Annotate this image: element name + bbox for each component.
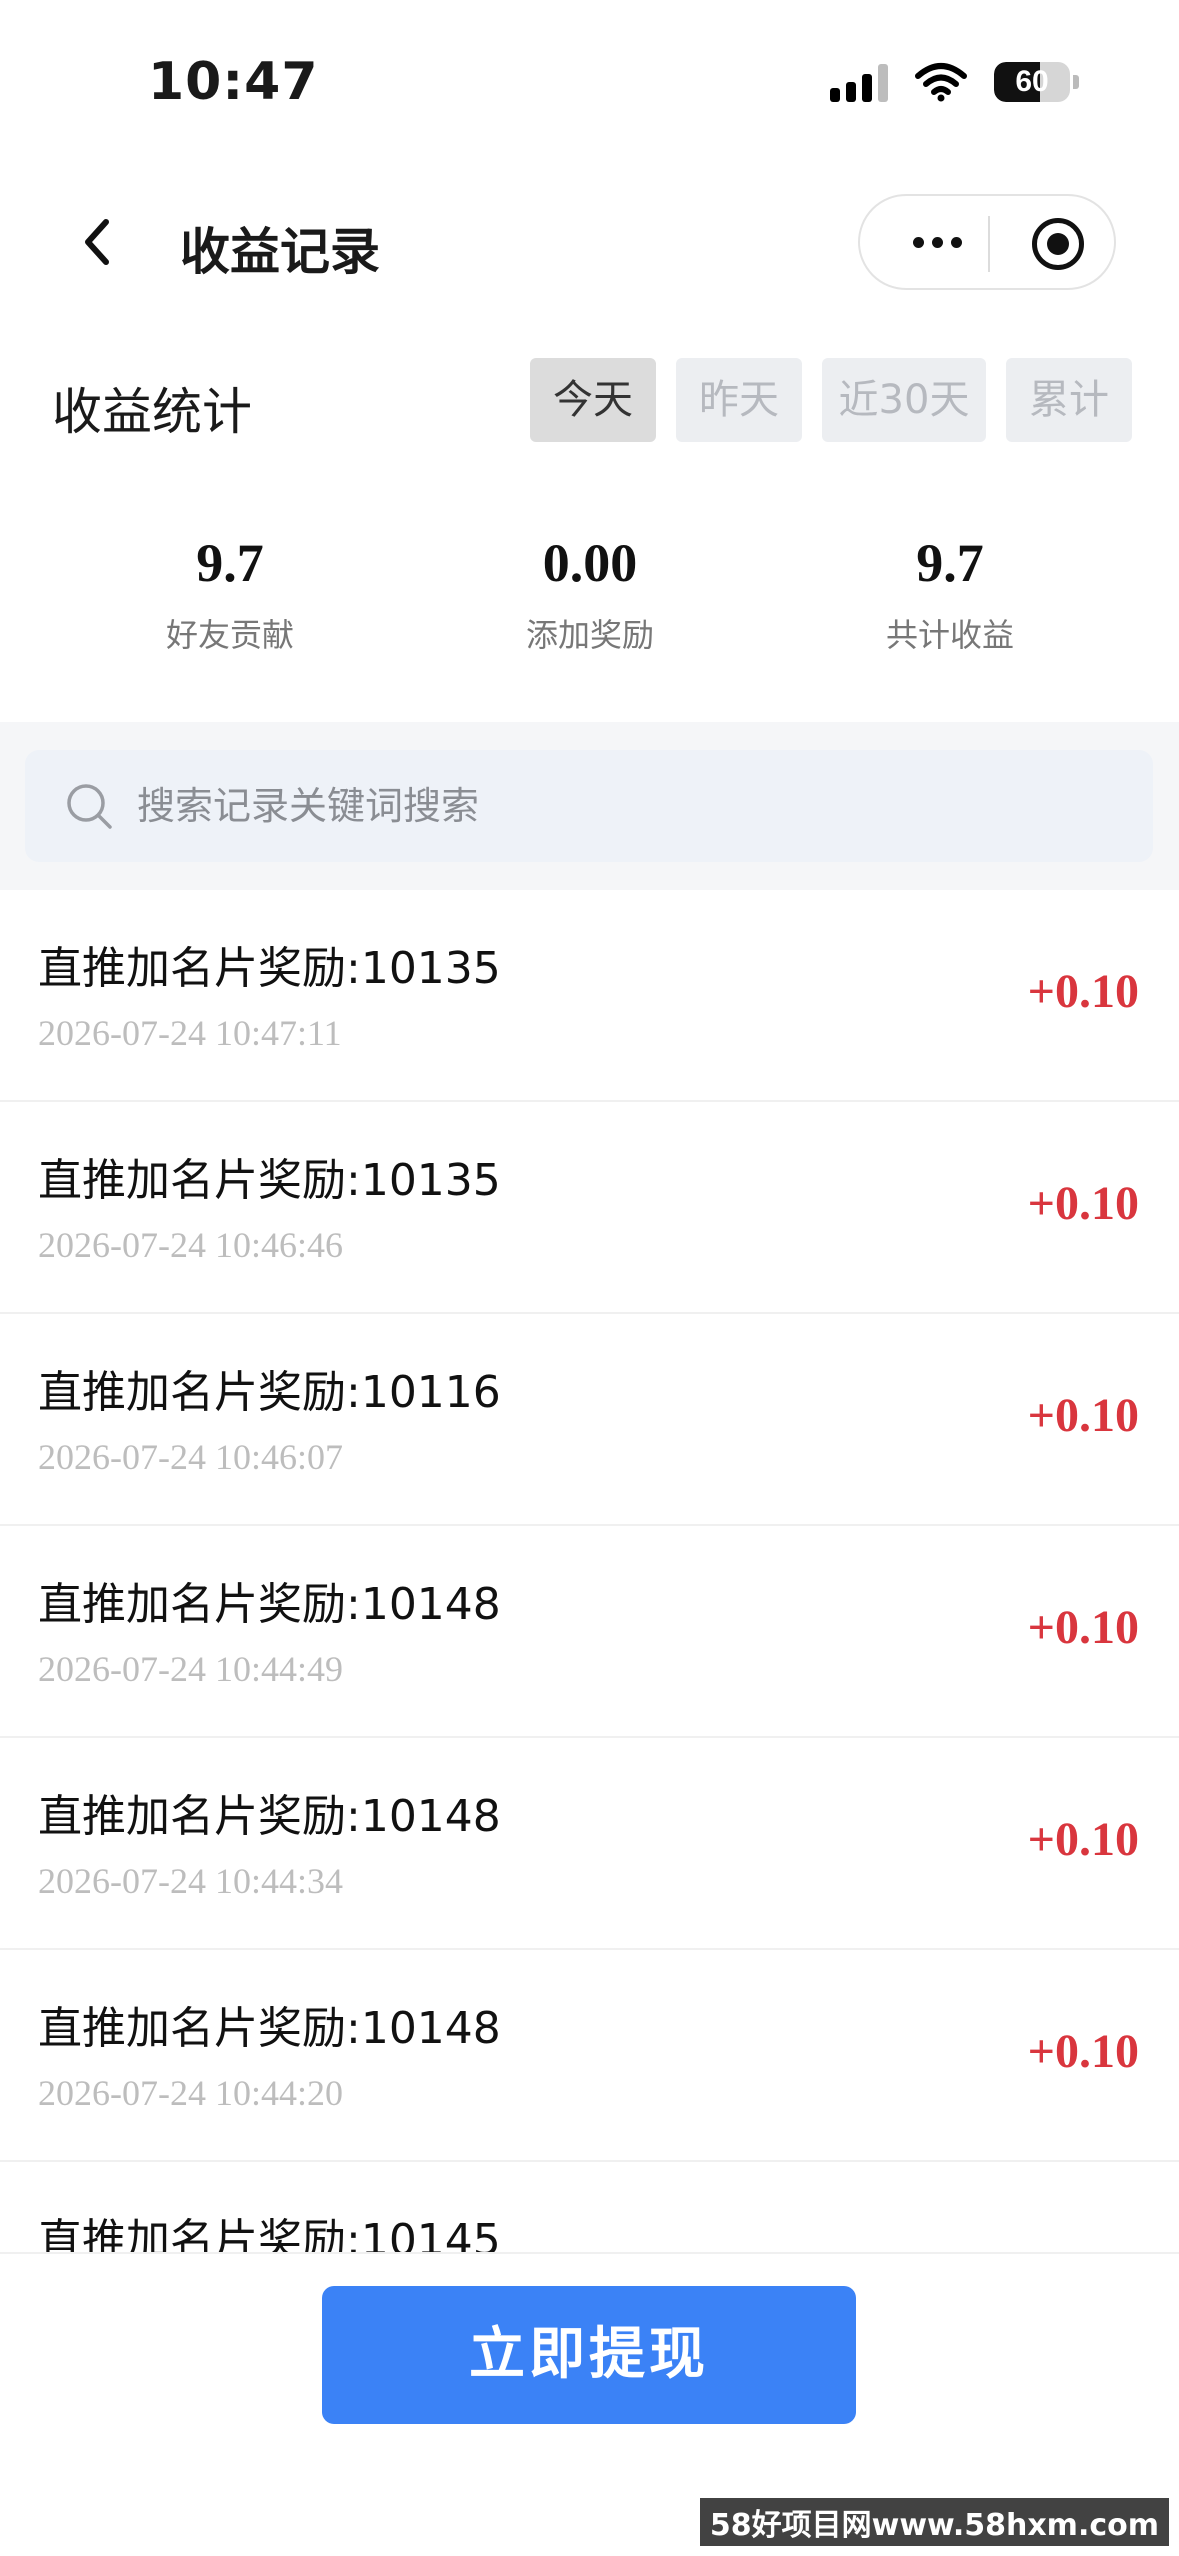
record-title: 直推加名片奖励:10135	[38, 943, 501, 994]
record-amount: +0.10	[1027, 965, 1139, 1018]
chevron-left-icon	[85, 219, 109, 265]
watermark: 58好项目网www.58hxm.com	[699, 2498, 1169, 2546]
record-title: 直推加名片奖励:10148	[38, 2003, 501, 2054]
stat-value: 0.00	[542, 533, 638, 593]
stat-total-earnings: 9.7 共计收益	[770, 530, 1130, 656]
cellular-signal-icon	[830, 62, 888, 102]
list-item[interactable]: 直推加名片奖励:10145 +0.10	[0, 2162, 1179, 2252]
record-title: 直推加名片奖励:10148	[38, 1579, 501, 1630]
target-circle-icon[interactable]	[1032, 218, 1084, 270]
record-amount: +0.10	[1028, 2242, 1139, 2252]
record-time: 2026-07-24 10:46:46	[38, 1225, 343, 1265]
stat-value: 9.7	[196, 533, 264, 593]
record-list[interactable]: 直推加名片奖励:10135 2026-07-24 10:47:11 +0.10 …	[0, 890, 1179, 2252]
nav-bar: 收益记录	[0, 190, 1179, 300]
record-amount: +0.10	[1027, 1601, 1139, 1654]
list-item[interactable]: 直推加名片奖励:10148 2026-07-24 10:44:34 +0.10	[0, 1738, 1179, 1950]
search-icon	[67, 784, 112, 829]
stat-label: 共计收益	[885, 616, 1014, 654]
stat-value: 9.7	[916, 533, 984, 593]
bottom-bar: 立即提现 58好项目网www.58hxm.com	[0, 2252, 1179, 2556]
record-time: 2026-07-24 10:47:11	[38, 1013, 342, 1053]
record-amount: +0.10	[1027, 1813, 1139, 1866]
record-amount: +0.10	[1027, 1177, 1139, 1230]
record-amount: +0.10	[1027, 1389, 1139, 1442]
stat-add-reward: 0.00 添加奖励	[410, 530, 770, 656]
period-tabs: 今天 昨天 近30天 累计	[530, 358, 1132, 442]
search-section	[0, 722, 1179, 890]
record-title: 直推加名片奖励:10116	[38, 1367, 501, 1418]
record-time: 2026-07-24 10:46:07	[38, 1437, 343, 1477]
page-title: 收益记录	[180, 223, 380, 281]
list-item[interactable]: 直推加名片奖励:10116 2026-07-24 10:46:07 +0.10	[0, 1314, 1179, 1526]
stats-summary: 9.7 好友贡献 0.00 添加奖励 9.7 共计收益	[0, 530, 1179, 656]
list-item[interactable]: 直推加名片奖励:10135 2026-07-24 10:46:46 +0.10	[0, 1102, 1179, 1314]
tab-last-30-days[interactable]: 近30天	[822, 358, 986, 442]
stat-label: 添加奖励	[525, 616, 654, 654]
search-input[interactable]	[137, 750, 1117, 862]
status-bar: 10:47 60	[0, 0, 1179, 150]
stat-friend-contribution: 9.7 好友贡献	[50, 530, 410, 656]
withdraw-button[interactable]: 立即提现	[322, 2286, 856, 2424]
record-time: 2026-07-24 10:44:49	[38, 1649, 343, 1689]
mini-program-capsule	[858, 194, 1116, 290]
list-item[interactable]: 直推加名片奖励:10148 2026-07-24 10:44:49 +0.10	[0, 1526, 1179, 1738]
stat-label: 好友贡献	[165, 616, 294, 654]
search-box[interactable]	[25, 750, 1153, 862]
tab-yesterday[interactable]: 昨天	[676, 358, 802, 442]
list-item[interactable]: 直推加名片奖励:10148 2026-07-24 10:44:20 +0.10	[0, 1950, 1179, 2162]
more-dots-icon[interactable]	[902, 222, 972, 262]
back-button[interactable]	[70, 212, 130, 272]
battery-icon: 60	[994, 62, 1079, 102]
record-title: 直推加名片奖励:10148	[38, 1791, 501, 1842]
status-icons: 60	[830, 62, 1079, 102]
record-time: 2026-07-24 10:44:34	[38, 1861, 343, 1901]
record-title: 直推加名片奖励:10145	[38, 2215, 501, 2252]
record-title: 直推加名片奖励:10135	[38, 1155, 501, 1206]
tab-today[interactable]: 今天	[530, 358, 656, 442]
record-time: 2026-07-24 10:44:20	[38, 2073, 343, 2113]
record-amount: +0.10	[1027, 2025, 1139, 2078]
battery-level: 60	[1015, 65, 1049, 98]
status-time: 10:47	[148, 52, 319, 112]
capsule-divider	[988, 216, 990, 272]
wifi-icon	[915, 63, 967, 102]
list-item[interactable]: 直推加名片奖励:10135 2026-07-24 10:47:11 +0.10	[0, 890, 1179, 1102]
tab-cumulative[interactable]: 累计	[1006, 358, 1132, 442]
stats-title: 收益统计	[52, 383, 252, 441]
